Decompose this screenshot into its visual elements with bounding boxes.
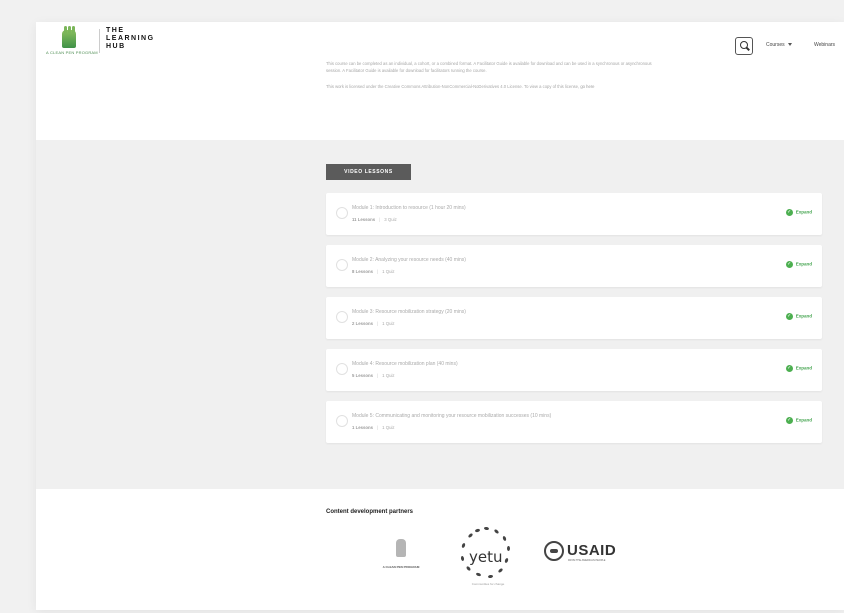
usaid-wordmark: USAID: [567, 542, 617, 559]
site-logo[interactable]: A CLEAN PEN PROGRAM THE LEARNING HUB: [46, 26, 176, 60]
yetu-wordmark: yetu: [469, 548, 503, 566]
partners-title: Content development partners: [326, 509, 414, 515]
module-title[interactable]: Module 2: Analyzing your resource needs …: [352, 257, 466, 263]
expand-button[interactable]: ✓ Expand: [785, 209, 812, 216]
check-circle-icon: ✓: [785, 209, 793, 216]
partner-logo-usaid: USAID FROM THE AMERICAN PEOPLE: [544, 541, 634, 571]
module-card[interactable]: Module 1: Introduction to resource (1 ho…: [326, 193, 822, 235]
module-title[interactable]: Module 1: Introduction to resource (1 ho…: [352, 205, 466, 211]
logo-divider: [99, 29, 100, 53]
circle-icon: [336, 259, 348, 271]
expand-button[interactable]: ✓ Expand: [785, 365, 812, 372]
partners-section: Content development partners A CLEAN PEN…: [36, 489, 844, 610]
usaid-tagline: FROM THE AMERICAN PEOPLE: [568, 559, 606, 562]
module-title[interactable]: Module 5: Communicating and monitoring y…: [352, 413, 551, 419]
module-meta: 1 Lessons | 1 Quiz: [352, 425, 395, 430]
logo-org-text: A CLEAN PEN PROGRAM: [46, 50, 98, 55]
intro-paragraph-1: This course can be completed as an indiv…: [326, 61, 652, 73]
module-card[interactable]: Module 5: Communicating and monitoring y…: [326, 401, 822, 443]
module-meta: 11 Lessons | 3 Quiz: [352, 217, 397, 222]
nav-webinars[interactable]: Webinars: [814, 42, 835, 48]
search-button[interactable]: [735, 37, 753, 55]
module-meta: 5 Lessons | 1 Quiz: [352, 373, 395, 378]
header: A CLEAN PEN PROGRAM THE LEARNING HUB Cou…: [36, 22, 844, 140]
module-card[interactable]: Module 2: Analyzing your resource needs …: [326, 245, 822, 287]
check-circle-icon: ✓: [785, 313, 793, 320]
yetu-tagline: Communities for change: [471, 582, 505, 586]
expand-button[interactable]: ✓ Expand: [785, 261, 812, 268]
intro-paragraph-2: This work is licensed under the Creative…: [326, 84, 595, 89]
nav-courses-label: Courses: [766, 42, 785, 48]
circle-icon: [336, 415, 348, 427]
module-list: Module 1: Introduction to resource (1 ho…: [326, 193, 822, 453]
module-card[interactable]: Module 3: Resource mobilization strategy…: [326, 297, 822, 339]
nav-courses[interactable]: Courses: [766, 42, 792, 48]
logo-title: THE LEARNING HUB: [106, 27, 155, 50]
module-title[interactable]: Module 3: Resource mobilization strategy…: [352, 309, 466, 315]
expand-button[interactable]: ✓ Expand: [785, 417, 812, 424]
module-meta: 8 Lessons | 1 Quiz: [352, 269, 395, 274]
hand-logo-icon: [62, 26, 76, 48]
video-lessons-label: VIDEO LESSONS: [326, 164, 411, 180]
chevron-down-icon: [787, 43, 792, 47]
circle-icon: [336, 363, 348, 375]
nav-webinars-label: Webinars: [814, 42, 836, 48]
partner-logo-yetu: yetu Communities for change: [446, 525, 530, 591]
circle-icon: [336, 207, 348, 219]
usaid-seal-icon: [544, 541, 564, 561]
expand-button[interactable]: ✓ Expand: [785, 313, 812, 320]
check-circle-icon: ✓: [785, 261, 793, 268]
license-link[interactable]: go here: [580, 84, 594, 89]
course-intro: This course can be completed as an indiv…: [326, 60, 656, 99]
module-meta: 2 Lessons | 1 Quiz: [352, 321, 395, 326]
partner-logo-1-text: A CLEAN PEN PROGRAM: [382, 565, 420, 569]
module-title[interactable]: Module 4: Resource mobilization plan (40…: [352, 361, 458, 367]
page-frame: A CLEAN PEN PROGRAM THE LEARNING HUB Cou…: [36, 22, 844, 610]
partner-logo-clean-pen: A CLEAN PEN PROGRAM: [366, 537, 436, 577]
module-card[interactable]: Module 4: Resource mobilization plan (40…: [326, 349, 822, 391]
check-circle-icon: ✓: [785, 417, 793, 424]
hand-logo-icon: [396, 539, 406, 557]
circle-icon: [336, 311, 348, 323]
check-circle-icon: ✓: [785, 365, 793, 372]
